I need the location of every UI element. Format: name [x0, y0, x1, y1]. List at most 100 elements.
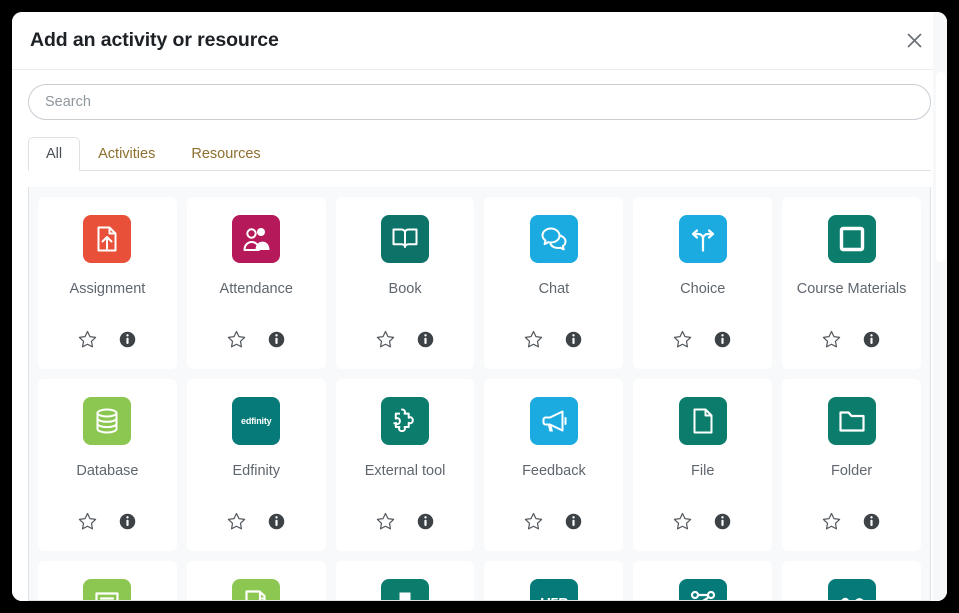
info-circle-icon[interactable]	[564, 511, 584, 531]
activity-card[interactable]: Assignment	[38, 197, 177, 369]
activity-card-label: Attendance	[219, 281, 293, 297]
activity-card-label: Feedback	[522, 463, 586, 479]
favourite-star-icon[interactable]	[77, 511, 97, 531]
icon-wordmark: edfinity	[241, 416, 272, 426]
info-circle-icon[interactable]	[415, 511, 435, 531]
favourite-star-icon[interactable]	[524, 511, 544, 531]
vertical-scrollbar[interactable]	[933, 12, 947, 601]
activity-grid: Assignment Attendance Book Chat Choice Course…	[38, 197, 921, 600]
chat-icon	[529, 215, 578, 263]
activity-card[interactable]: Attendance	[186, 197, 326, 369]
activity-card-label: Course Materials	[796, 281, 907, 297]
activity-card-label: Database	[76, 463, 139, 479]
edfinity-icon: edfinity	[232, 397, 281, 445]
page-icon	[381, 579, 430, 600]
activity-card-actions	[524, 511, 584, 531]
info-circle-icon[interactable]	[415, 329, 435, 349]
activity-card[interactable]: Lesson	[633, 561, 773, 600]
info-circle-icon[interactable]	[564, 329, 584, 349]
activity-card-actions	[226, 329, 286, 349]
lesson-icon	[678, 579, 727, 600]
favourite-star-icon[interactable]	[673, 511, 693, 531]
info-circle-icon[interactable]	[266, 511, 286, 531]
activity-card-actions	[77, 511, 137, 531]
activity-card[interactable]: Choice	[633, 197, 773, 369]
activity-card[interactable]: Database	[38, 379, 177, 551]
activity-card[interactable]: External tool	[335, 379, 475, 551]
favourite-star-icon[interactable]	[524, 329, 544, 349]
file-icon	[678, 397, 727, 445]
activity-chooser-panel: Assignment Attendance Book Chat Choice Course…	[28, 187, 931, 601]
info-circle-icon[interactable]	[713, 329, 733, 349]
ims-content-package-icon	[827, 579, 876, 600]
activity-card-label: Choice	[680, 281, 726, 297]
info-circle-icon[interactable]	[713, 511, 733, 531]
activity-card[interactable]: edfinity Edfinity	[186, 379, 326, 551]
activity-card-label: Chat	[538, 281, 570, 297]
info-circle-icon[interactable]	[117, 329, 137, 349]
tab-resources[interactable]: Resources	[173, 137, 278, 170]
activity-card-actions	[77, 329, 137, 349]
activity-card[interactable]: Book	[335, 197, 475, 369]
activity-card[interactable]: Page	[335, 561, 475, 600]
activity-card-actions	[524, 329, 584, 349]
book-icon	[381, 215, 430, 263]
activity-card-actions	[673, 329, 733, 349]
favourite-star-icon[interactable]	[822, 329, 842, 349]
favourite-star-icon[interactable]	[673, 329, 693, 349]
attendance-icon	[232, 215, 281, 263]
glossary-icon	[232, 579, 281, 600]
activity-card-label: Book	[388, 281, 422, 297]
activity-card-actions	[375, 329, 435, 349]
activity-card[interactable]: Chat	[484, 197, 624, 369]
activity-card-label: Assignment	[69, 281, 146, 297]
activity-card[interactable]: Forum	[38, 561, 177, 600]
activity-card[interactable]: Course Materials	[782, 197, 921, 369]
info-circle-icon[interactable]	[862, 511, 882, 531]
tab-activities[interactable]: Activities	[80, 137, 173, 170]
activity-grid-scroll[interactable]: Assignment Attendance Book Chat Choice Course…	[29, 187, 930, 600]
close-icon	[907, 33, 922, 48]
info-circle-icon[interactable]	[862, 329, 882, 349]
modal-header: Add an activity or resource	[12, 12, 947, 70]
add-activity-modal: Add an activity or resource All Activiti…	[12, 12, 947, 601]
page-title: Add an activity or resource	[30, 29, 279, 51]
activity-card[interactable]: Glossary	[186, 561, 326, 600]
favourite-star-icon[interactable]	[375, 511, 395, 531]
activity-card-actions	[822, 329, 882, 349]
activity-card-actions	[375, 511, 435, 531]
favourite-star-icon[interactable]	[77, 329, 97, 349]
activity-card-actions	[673, 511, 733, 531]
icon-wordmark: H5P	[540, 595, 568, 601]
favourite-star-icon[interactable]	[822, 511, 842, 531]
activity-card-label: Folder	[831, 463, 873, 479]
course-materials-icon	[827, 215, 876, 263]
activity-card[interactable]: Folder	[782, 379, 921, 551]
h5p-icon: H5P	[529, 579, 578, 601]
activity-card[interactable]: H5PH5P	[484, 561, 624, 601]
activity-card[interactable]: Feedback	[484, 379, 624, 551]
info-circle-icon[interactable]	[266, 329, 286, 349]
close-button[interactable]	[897, 24, 931, 58]
activity-card-actions	[226, 511, 286, 531]
info-circle-icon[interactable]	[117, 511, 137, 531]
favourite-star-icon[interactable]	[226, 329, 246, 349]
forum-icon	[83, 579, 132, 600]
assignment-icon	[83, 215, 132, 263]
activity-card-label: File	[691, 463, 715, 479]
database-icon	[83, 397, 132, 445]
favourite-star-icon[interactable]	[226, 511, 246, 531]
scrollbar-thumb[interactable]	[936, 72, 945, 262]
activity-card-actions	[822, 511, 882, 531]
choice-icon	[678, 215, 727, 263]
modal-body: All Activities Resources Assignment Atten…	[12, 70, 947, 601]
activity-card-label: Edfinity	[232, 463, 281, 479]
search-container	[28, 84, 931, 120]
filter-tabs: All Activities Resources	[28, 137, 931, 171]
folder-icon	[827, 397, 876, 445]
activity-card[interactable]: File	[633, 379, 773, 551]
tab-all[interactable]: All	[28, 137, 81, 171]
favourite-star-icon[interactable]	[375, 329, 395, 349]
activity-card[interactable]: IMS content package	[782, 561, 921, 600]
search-input[interactable]	[28, 84, 931, 120]
